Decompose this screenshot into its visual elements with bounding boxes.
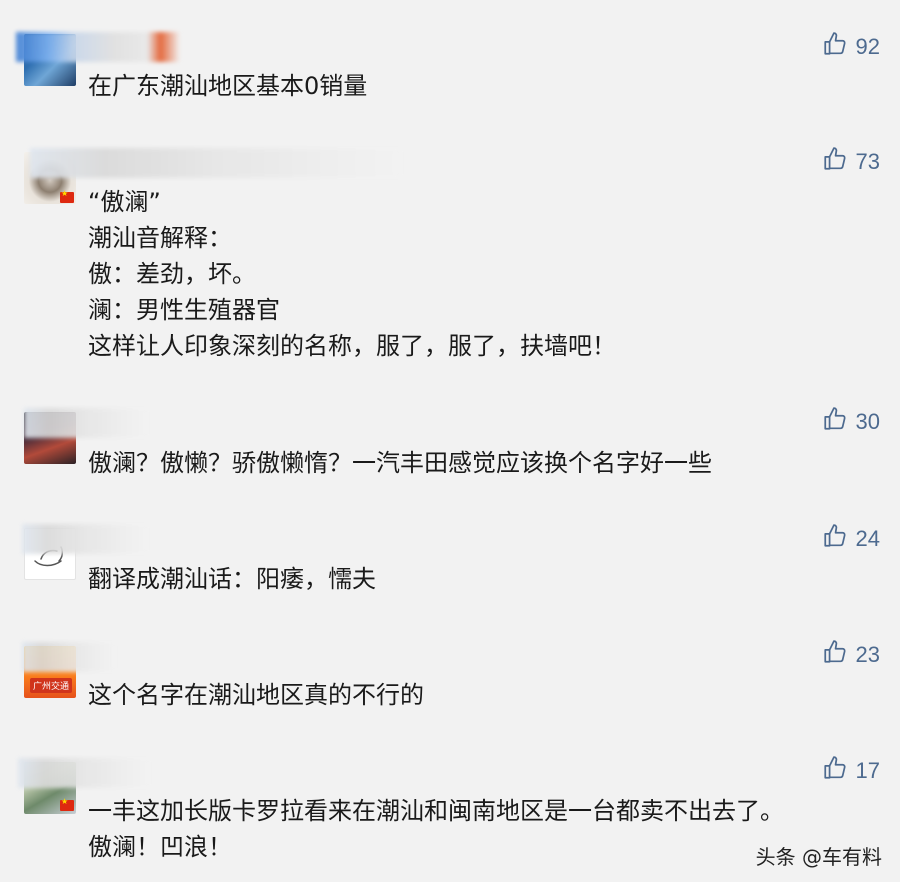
comment-text: 翻译成潮汕话：阳痿，懦夫 — [88, 561, 376, 597]
comment-text: 这个名字在潮汕地区真的不行的 — [88, 677, 424, 713]
avatar-badge: 广州交通 — [30, 678, 73, 693]
thumbs-up-icon — [822, 406, 856, 438]
username-blurred[interactable] — [30, 148, 402, 178]
china-flag-icon — [60, 189, 74, 203]
like-button[interactable]: 73 — [822, 147, 880, 177]
comment-feed: 92 在广东潮汕地区基本0销量 73 “傲澜” 潮汕音解释： 傲：差劲，坏。 澜… — [0, 0, 900, 882]
like-button[interactable]: 24 — [822, 524, 880, 554]
comment-line: 潮汕音解释： — [88, 224, 232, 252]
like-count: 73 — [855, 149, 880, 174]
like-count: 17 — [855, 758, 880, 783]
comment-line: 傲：差劲，坏。 — [88, 260, 256, 288]
like-count: 23 — [855, 642, 880, 667]
username-blurred[interactable] — [22, 524, 148, 554]
comment-text: 傲澜？傲懒？骄傲懒惰？一汽丰田感觉应该换个名字好一些 — [88, 445, 712, 481]
comment-line: 翻译成潮汕话：阳痿，懦夫 — [88, 565, 376, 593]
comment-text: 一丰这加长版卡罗拉看来在潮汕和闽南地区是一台都卖不出去了。 傲澜！凹浪！ — [88, 793, 784, 865]
comment-line: 在广东潮汕地区基本0销量 — [88, 72, 368, 100]
thumbs-up-icon — [822, 146, 856, 178]
username-blurred[interactable] — [22, 642, 116, 672]
thumbs-up-icon — [822, 755, 856, 787]
like-button[interactable]: 17 — [822, 756, 880, 786]
comment-line: 一丰这加长版卡罗拉看来在潮汕和闽南地区是一台都卖不出去了。 — [88, 797, 784, 825]
comment-line: 这样让人印象深刻的名称，服了，服了，扶墙吧！ — [88, 332, 616, 360]
comment-text: “傲澜” 潮汕音解释： 傲：差劲，坏。 澜：男性生殖器官 这样让人印象深刻的名称… — [88, 184, 616, 364]
thumbs-up-icon — [822, 31, 856, 63]
comment-line: 澜：男性生殖器官 — [88, 296, 280, 324]
like-button[interactable]: 30 — [822, 407, 880, 437]
username-blurred[interactable] — [24, 408, 148, 438]
username-blurred[interactable] — [16, 32, 180, 62]
comment-line: 傲澜？傲懒？骄傲懒惰？一汽丰田感觉应该换个名字好一些 — [88, 449, 712, 477]
china-flag-icon — [60, 797, 74, 811]
like-count: 92 — [855, 34, 880, 59]
like-button[interactable]: 23 — [822, 640, 880, 670]
like-button[interactable]: 92 — [822, 32, 880, 62]
comment-line: 这个名字在潮汕地区真的不行的 — [88, 681, 424, 709]
like-count: 30 — [855, 409, 880, 434]
comment-line: 傲澜！凹浪！ — [88, 833, 232, 861]
comment-text: 在广东潮汕地区基本0销量 — [88, 68, 367, 104]
username-blurred[interactable] — [18, 758, 150, 788]
comment-line: “傲澜” — [88, 188, 161, 216]
thumbs-up-icon — [822, 639, 856, 671]
like-count: 24 — [855, 526, 880, 551]
thumbs-up-icon — [822, 523, 856, 555]
watermark: 头条 @车有料 — [755, 845, 882, 869]
